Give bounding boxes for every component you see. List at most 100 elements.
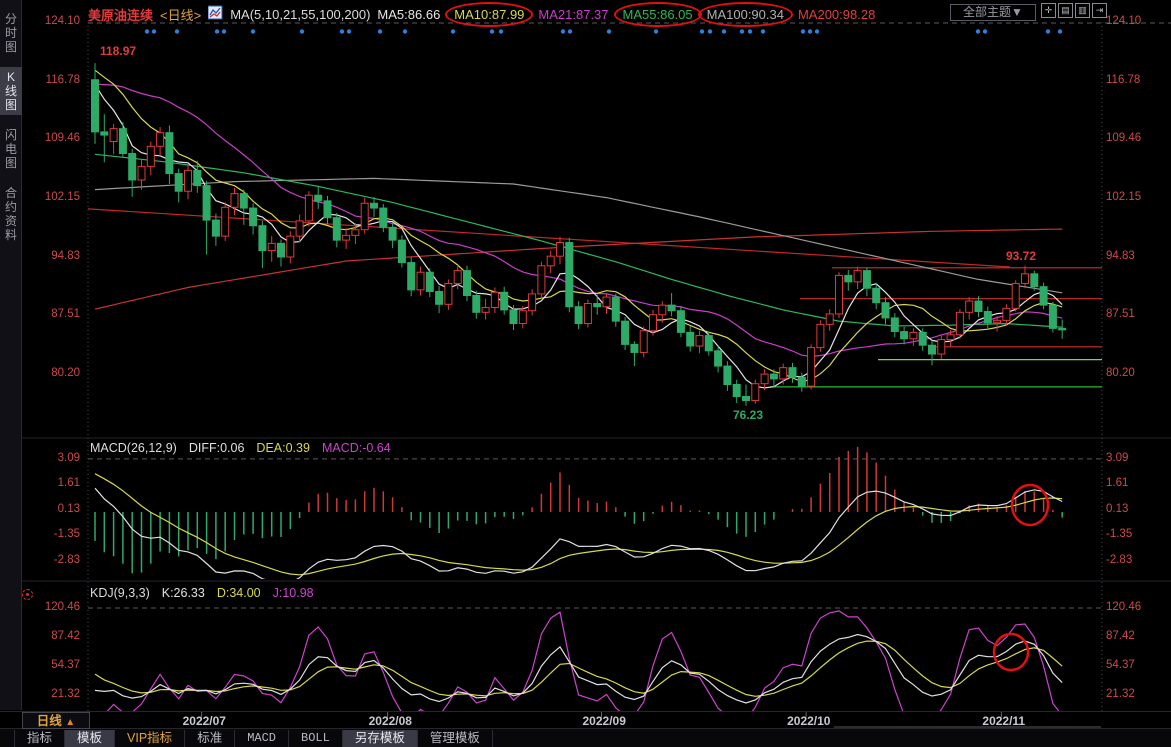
kdj-axis-label-left: 120.46 <box>28 601 80 613</box>
toolbar-tab-4[interactable]: MACD <box>235 730 289 747</box>
expand-right-icon[interactable]: ⇥ <box>1092 3 1107 18</box>
sidebar-tab-0[interactable]: 分时图 <box>0 9 22 57</box>
period-tag: <日线> <box>160 5 201 24</box>
candle <box>798 377 805 386</box>
axis-scale-icon[interactable]: ▥ <box>1075 3 1090 18</box>
event-dot <box>708 29 712 33</box>
window-tool-icons: ✛▤▥⇥ <box>1041 3 1107 18</box>
candle <box>185 170 192 191</box>
candles-layer <box>92 63 1066 406</box>
candle <box>380 208 387 227</box>
candle <box>780 368 787 379</box>
event-dot <box>976 29 980 33</box>
kdj-d-value: D:34.00 <box>217 586 261 600</box>
month-label-1: 2022/08 <box>369 714 412 728</box>
candle <box>510 310 517 324</box>
event-dot <box>451 29 455 33</box>
month-label-2: 2022/09 <box>583 714 626 728</box>
candle <box>1012 283 1019 308</box>
ma-value-4: MA100:90.34 <box>707 7 784 22</box>
event-dot <box>722 29 726 33</box>
candle <box>482 308 489 313</box>
candle <box>119 129 126 154</box>
swing_high-annotation: 93.72 <box>1006 249 1036 263</box>
price-axis-label-right: 80.20 <box>1106 367 1158 379</box>
candle <box>222 207 229 236</box>
candle <box>1059 328 1066 330</box>
event-dot <box>145 29 149 33</box>
period-selector[interactable]: 日线 ▲ <box>22 712 90 729</box>
event-dot <box>815 29 819 33</box>
price-axis-label-left: 109.46 <box>28 132 80 144</box>
chart-canvas[interactable] <box>0 0 1171 747</box>
event-dot <box>251 29 255 33</box>
chart-header: 美原油连续 <日线> MA(5,10,21,55,100,200) MA5:86… <box>88 3 875 25</box>
candle <box>92 80 99 132</box>
toolbar-tab-2[interactable]: VIP指标 <box>115 730 185 747</box>
candle <box>147 146 154 166</box>
candle <box>956 312 963 334</box>
toolbar-tab-5[interactable]: BOLL <box>289 730 343 747</box>
toolbar-tab-3[interactable]: 标准 <box>185 730 235 747</box>
macd-axis-label-left: 1.61 <box>28 477 80 489</box>
kdj-axis-label-left: 87.42 <box>28 630 80 642</box>
macd-params: MACD(26,12,9) <box>90 441 177 455</box>
event-dot <box>1046 29 1050 33</box>
macd-dea-line <box>95 474 1062 575</box>
kdj-params: KDJ(9,3,3) <box>90 586 150 600</box>
price-axis-label-right: 94.83 <box>1106 250 1158 262</box>
candle <box>454 271 461 284</box>
candle <box>138 166 145 180</box>
candle <box>259 226 266 251</box>
price-axis-label-right: 109.46 <box>1106 132 1158 144</box>
sidebar-tab-3[interactable]: 合约资料 <box>0 183 22 245</box>
kdj-settings-icon[interactable] <box>22 589 33 600</box>
candle <box>268 243 275 250</box>
event-dot <box>561 29 565 33</box>
kdj-axis-label-right: 21.32 <box>1106 688 1158 700</box>
sidebar-tab-1[interactable]: K线图 <box>0 67 22 115</box>
period-arrow-icon: ▲ <box>65 717 75 728</box>
candle <box>101 132 108 135</box>
event-dot <box>175 29 179 33</box>
candle <box>826 314 833 324</box>
event-dot <box>748 29 752 33</box>
period-label: 日线 <box>37 714 62 728</box>
event-dot <box>740 29 744 33</box>
candle <box>371 203 378 208</box>
zoom-range-icon[interactable]: ▤ <box>1058 3 1073 18</box>
theme-selector-button[interactable]: 全部主题▼ <box>950 4 1036 21</box>
candle <box>212 220 219 236</box>
candle <box>575 307 582 324</box>
price-axis-label-left: 87.51 <box>28 308 80 320</box>
kdj-panel-title: KDJ(9,3,3) K:26.33 D:34.00 J:10.98 <box>90 586 314 600</box>
toolbar-tab-7[interactable]: 管理模板 <box>418 730 493 747</box>
event-dot <box>340 29 344 33</box>
macd-panel-title: MACD(26,12,9) DIFF:0.06 DEA:0.39 MACD:-0… <box>90 441 391 455</box>
event-dot <box>801 29 805 33</box>
toolbar-tab-0[interactable]: 指标 <box>14 730 65 747</box>
candle <box>1049 305 1056 328</box>
toolbar-tab-1[interactable]: 模板 <box>65 730 115 747</box>
candle <box>203 186 210 220</box>
price-axis-label-left: 102.15 <box>28 191 80 203</box>
candle <box>194 170 201 185</box>
candle <box>547 256 554 266</box>
kdj-k-value: K:26.33 <box>162 586 205 600</box>
candle <box>650 315 657 331</box>
candle <box>584 304 591 324</box>
event-dot <box>215 29 219 33</box>
pan-crosshair-icon[interactable]: ✛ <box>1041 3 1056 18</box>
candle <box>343 235 350 240</box>
candle <box>687 332 694 346</box>
sidebar-tab-2[interactable]: 闪电图 <box>0 125 22 173</box>
macd-macd-value: MACD:-0.64 <box>322 441 391 455</box>
candle <box>491 292 498 307</box>
event-dot <box>808 29 812 33</box>
ma-values: MA5:86.66MA10:87.99MA21:87.37MA55:86.05M… <box>377 7 875 22</box>
candle <box>938 340 945 354</box>
kdj-axis-label-right: 54.37 <box>1106 659 1158 671</box>
candle <box>705 336 712 351</box>
candle <box>882 303 889 318</box>
toolbar-tab-6[interactable]: 另存模板 <box>343 730 418 747</box>
